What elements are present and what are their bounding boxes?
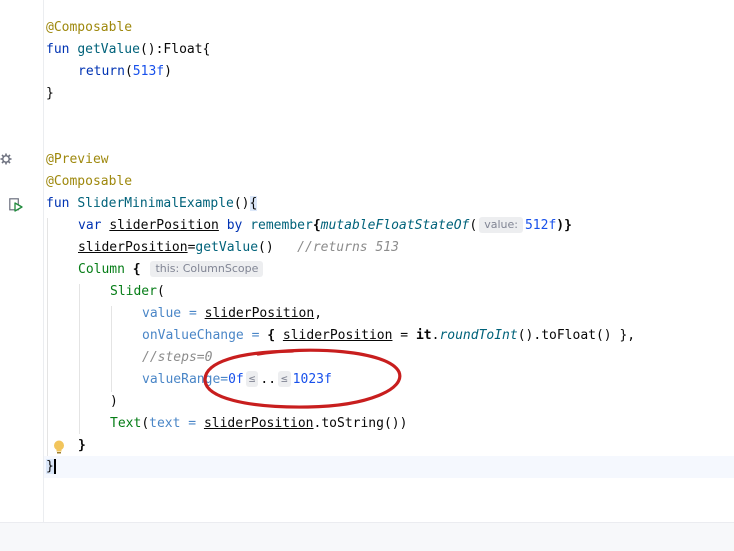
editor-gutter (0, 0, 43, 522)
code-text: ( (141, 416, 150, 431)
code-text: ().toFloat() }, (517, 328, 636, 343)
code-editor[interactable]: @Composable fun getValue():Float{ return… (0, 0, 734, 522)
code-text: ():Float{ (139, 42, 211, 57)
code-line-9: sliderPosition=getValue() //returns 513 (78, 237, 399, 259)
code-text: = (243, 328, 268, 343)
code-text: ) (164, 64, 172, 79)
code-text: ) (110, 394, 118, 409)
code-text: { (132, 262, 141, 277)
code-line-17: Text(text = sliderPosition.toString()) (110, 413, 407, 435)
indent-guide (79, 284, 80, 434)
number-literal: 512f (524, 218, 557, 233)
annotation: @Preview (46, 152, 109, 167)
indent-guide (47, 218, 48, 456)
code-text: { (267, 328, 283, 343)
keyword: it (415, 328, 432, 343)
code-text: )} (556, 218, 572, 233)
scope-hint: this: ColumnScope (150, 261, 264, 277)
code-line-11: Slider( (110, 281, 165, 303)
code-text: ( (469, 218, 478, 233)
code-text: = (180, 416, 204, 431)
named-argument: text (149, 416, 181, 431)
indent-guide (111, 306, 112, 392)
variable: sliderPosition (204, 306, 315, 321)
function-name: SliderMinimalExample (77, 196, 234, 211)
keyword: fun (46, 196, 70, 211)
parameter-hint: value: (479, 217, 523, 233)
keyword: by (226, 218, 243, 233)
comment: //returns 513 (297, 240, 399, 255)
code-line-6: @Composable (46, 171, 132, 193)
number-literal: 513f (132, 64, 165, 79)
code-line-2: fun getValue():Float{ (46, 39, 210, 61)
code-text: = (392, 328, 416, 343)
function-name: getValue (195, 240, 259, 255)
annotation: @Composable (46, 174, 133, 189)
keyword: var (78, 218, 102, 233)
code-text: () (233, 196, 250, 211)
code-line-3: return(513f) (78, 61, 172, 83)
highlight-circle (203, 348, 402, 409)
code-line-4: } (46, 83, 54, 105)
code-line-16: ) (110, 391, 118, 413)
annotation: @Composable (46, 20, 133, 35)
keyword: fun (46, 42, 70, 57)
gutter-divider (43, 0, 44, 522)
code-line-1: @Composable (46, 17, 132, 39)
code-line-12: value = sliderPosition, (142, 303, 322, 325)
function-name: getValue (77, 42, 140, 57)
run-preview-icon[interactable] (9, 198, 23, 216)
code-text: .toString()) (313, 416, 408, 431)
text-caret: } (46, 459, 56, 474)
current-line-highlight (0, 456, 734, 478)
code-line-7: fun SliderMinimalExample(){ (46, 193, 258, 215)
code-line-8: var sliderPosition by remember{mutableFl… (78, 215, 572, 237)
variable: sliderPosition (78, 240, 188, 255)
code-text: , (314, 306, 323, 321)
code-line-10: Column { this: ColumnScope (78, 259, 265, 281)
code-text: = (181, 306, 205, 321)
function-name: mutableFloatStateOf (320, 218, 470, 233)
code-line-18: } (78, 435, 86, 457)
code-text: ( (124, 64, 133, 79)
variable: sliderPosition (109, 218, 219, 233)
variable: sliderPosition (203, 416, 314, 431)
code-text: } (78, 438, 86, 453)
function-name: remember (250, 218, 313, 233)
code-text: } (46, 86, 54, 101)
code-text: () (258, 240, 274, 255)
composable-call: Column (78, 262, 125, 277)
keyword: return (78, 64, 125, 79)
gear-icon[interactable] (0, 153, 12, 169)
named-argument: value (142, 306, 182, 321)
variable: sliderPosition (282, 328, 393, 343)
composable-call: Slider (110, 284, 157, 299)
function-name: roundToInt (439, 328, 518, 343)
code-text: { (312, 218, 321, 233)
code-line-5: @Preview (46, 149, 109, 171)
code-line-19: } (46, 456, 56, 478)
code-text: ( (156, 284, 165, 299)
status-bar (0, 522, 734, 551)
composable-call: Text (110, 416, 142, 431)
named-argument: onValueChange (142, 328, 244, 343)
matched-brace: { (249, 196, 258, 211)
